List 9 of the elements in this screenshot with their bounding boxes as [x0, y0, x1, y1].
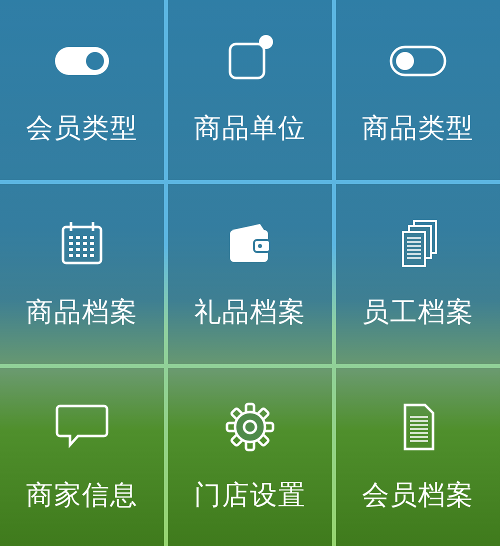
menu-tile[interactable]: 商品档案 — [0, 184, 164, 364]
menu-tile[interactable]: 礼品档案 — [168, 184, 332, 364]
menu-tile[interactable]: 员工档案 — [336, 184, 500, 364]
menu-tile[interactable]: 会员档案 — [336, 368, 500, 546]
menu-tile[interactable]: 门店设置 — [168, 368, 332, 546]
menu-tile[interactable]: 商家信息 — [0, 368, 164, 546]
menu-tile[interactable]: 商品类型 — [336, 0, 500, 180]
menu-tile[interactable]: 会员类型 — [0, 0, 164, 180]
menu-tile[interactable]: 商品单位 — [168, 0, 332, 180]
